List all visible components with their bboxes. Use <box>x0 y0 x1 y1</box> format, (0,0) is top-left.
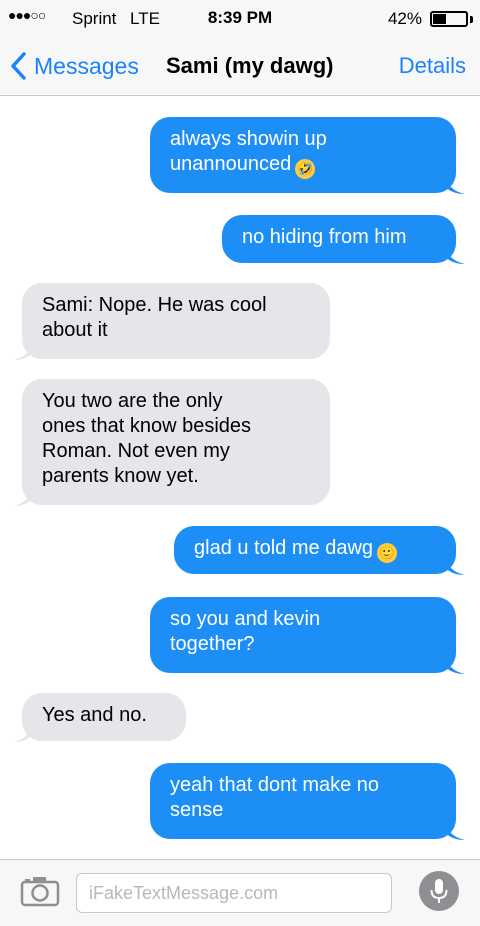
battery-fill <box>433 14 446 24</box>
bubble-tail <box>445 654 465 674</box>
message-bubble-outgoing[interactable]: glad u told me dawg 🙂 <box>174 526 465 575</box>
message-text: parents know yet. <box>42 465 199 487</box>
message-text: glad u told me dawg <box>194 537 374 559</box>
bubble-tail <box>445 820 465 840</box>
camera-button[interactable] <box>20 875 60 907</box>
message-text: Yes and no. <box>42 704 147 726</box>
battery-icon <box>430 11 468 27</box>
message-text: sense <box>170 799 224 821</box>
bubble-tail <box>445 555 465 575</box>
bubble-tail <box>13 486 33 506</box>
message-text: You two are the only <box>42 390 223 412</box>
chevron-left-icon <box>11 52 26 80</box>
message-bubble-outgoing[interactable]: so you and kevin together? <box>150 597 465 674</box>
message-bubble-outgoing[interactable]: no hiding from him <box>222 215 465 264</box>
message-text: together? <box>170 633 255 655</box>
message-text: ones that know besides <box>42 415 252 437</box>
laughing-emoji-icon: 🤣 <box>295 159 316 179</box>
message-text: Sami: Nope. He was cool <box>42 294 267 316</box>
bubble-tail <box>13 340 33 360</box>
battery-percent: 42% <box>387 9 422 28</box>
message-list: always showin up unannounced 🤣 no hiding … <box>0 97 480 859</box>
contact-name: Sami (my dawg) <box>166 53 334 78</box>
bubble-tail <box>445 174 465 194</box>
details-button[interactable]: Details <box>399 53 466 79</box>
smiling-face-emoji-icon: 🙂 <box>377 543 398 563</box>
battery-nub <box>470 16 473 23</box>
message-text: Roman. Not even my <box>42 440 230 462</box>
message-bubble-incoming[interactable]: Sami: Nope. He was cool about it <box>13 283 330 360</box>
status-bar: ●●●○○ Sprint LTE 8:39 PM 42% <box>0 0 480 36</box>
message-text: always showin up <box>170 128 327 150</box>
microphone-icon <box>430 879 448 903</box>
message-bubble-outgoing[interactable]: always showin up unannounced 🤣 <box>150 117 465 194</box>
bubble-tail <box>445 244 465 264</box>
microphone-button[interactable] <box>419 871 459 911</box>
message-text: unannounced <box>170 153 292 175</box>
message-input-bar <box>0 859 480 926</box>
camera-icon <box>20 877 60 907</box>
back-button-label: Messages <box>34 52 139 79</box>
back-button[interactable]: Messages <box>10 46 139 86</box>
bubble-tail <box>13 722 33 742</box>
message-bubble-incoming[interactable]: You two are the only ones that know besi… <box>13 379 330 506</box>
message-input[interactable] <box>76 873 392 913</box>
message-text: about it <box>42 319 108 341</box>
message-text: no hiding from him <box>242 226 407 248</box>
message-bubble-outgoing[interactable]: yeah that dont make no sense <box>150 763 465 840</box>
message-bubble-incoming[interactable]: Yes and no. <box>13 693 186 742</box>
navigation-bar: Messages Sami (my dawg) Details <box>0 36 480 96</box>
message-text: yeah that dont make no <box>170 774 380 796</box>
message-text: so you and kevin <box>170 608 321 630</box>
